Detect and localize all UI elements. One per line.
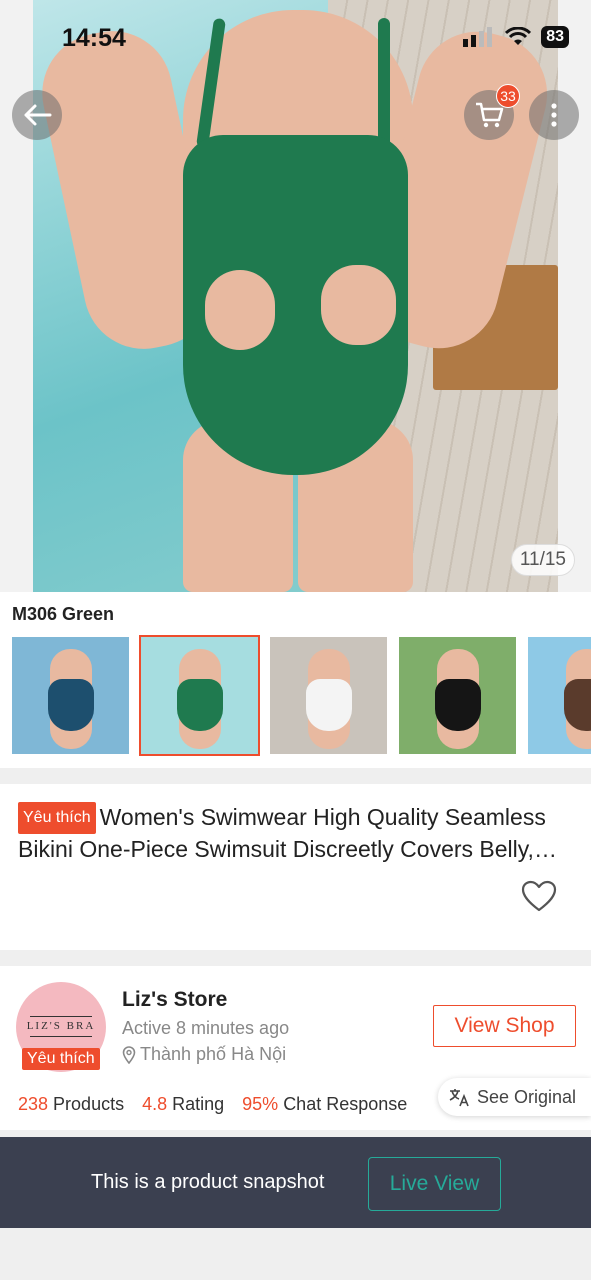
variant-thumbnail[interactable] (270, 637, 387, 754)
variant-thumbnail[interactable] (12, 637, 129, 754)
location-pin-icon (122, 1045, 136, 1064)
cart-button[interactable]: 33 (464, 84, 520, 140)
product-title: Yêu thích Women's Swimwear High Quality S… (18, 802, 558, 864)
thumb-swimsuit (177, 679, 223, 731)
stat-rating: 4.8 Rating (142, 1094, 225, 1114)
status-icons: 83 (463, 26, 569, 48)
shop-logo-text: LIZ'S BRA (26, 1020, 96, 1032)
product-photo (33, 0, 558, 592)
shop-stats: 238 Products 4.8 Rating 95% Chat Response (18, 1094, 407, 1115)
variant-thumbnail[interactable] (528, 637, 591, 754)
signal-icon (463, 27, 493, 47)
thumb-swimsuit (48, 679, 94, 731)
variant-thumbnail[interactable] (399, 637, 516, 754)
translate-icon (449, 1089, 469, 1107)
more-options-button[interactable] (529, 90, 579, 140)
thumb-swimsuit (306, 679, 352, 731)
variant-name: M306 Green (12, 604, 115, 624)
live-view-button[interactable]: Live View (368, 1157, 501, 1211)
shop-favorite-tag: Yêu thích (22, 1048, 100, 1070)
heart-icon (521, 880, 557, 912)
variant-thumbnail[interactable] (139, 635, 260, 756)
model-hand (321, 265, 396, 345)
product-title-text: Women's Swimwear High Quality Seamless B… (18, 804, 546, 862)
wifi-icon (505, 27, 532, 45)
thumb-swimsuit (435, 679, 481, 731)
swimsuit-strap (378, 18, 390, 148)
model-hand (205, 270, 275, 350)
shop-location: Thành phố Hà Nội (122, 1044, 286, 1065)
product-image-gallery[interactable]: 14:54 83 33 11/15 (0, 0, 591, 592)
view-shop-button[interactable]: View Shop (433, 1005, 576, 1047)
product-title-card: Yêu thích Women's Swimwear High Quality S… (0, 784, 591, 950)
more-vertical-icon (551, 103, 557, 127)
see-original-label: See Original (477, 1086, 577, 1107)
logo-line (30, 1016, 92, 1017)
favorite-tag: Yêu thích (18, 802, 96, 834)
shop-name[interactable]: Liz's Store (122, 988, 227, 1012)
logo-line (30, 1036, 92, 1037)
see-original-button[interactable]: See Original (438, 1078, 591, 1116)
shop-location-text: Thành phố Hà Nội (140, 1044, 287, 1064)
variant-selector: M306 Green (0, 592, 591, 768)
snapshot-text: This is a product snapshot (91, 1171, 325, 1193)
stat-products: 238 Products (18, 1094, 125, 1114)
status-time: 14:54 (62, 24, 126, 52)
shop-active-status: Active 8 minutes ago (122, 1018, 290, 1038)
battery-icon: 83 (541, 26, 569, 48)
snapshot-bar: This is a product snapshot Live View (0, 1137, 591, 1228)
cart-count-badge: 33 (496, 84, 520, 108)
back-button[interactable] (12, 90, 62, 140)
image-counter: 11/15 (510, 544, 575, 576)
stat-chat-response: 95% Chat Response (242, 1094, 408, 1114)
arrow-left-icon (24, 104, 52, 126)
like-button[interactable] (521, 880, 557, 917)
